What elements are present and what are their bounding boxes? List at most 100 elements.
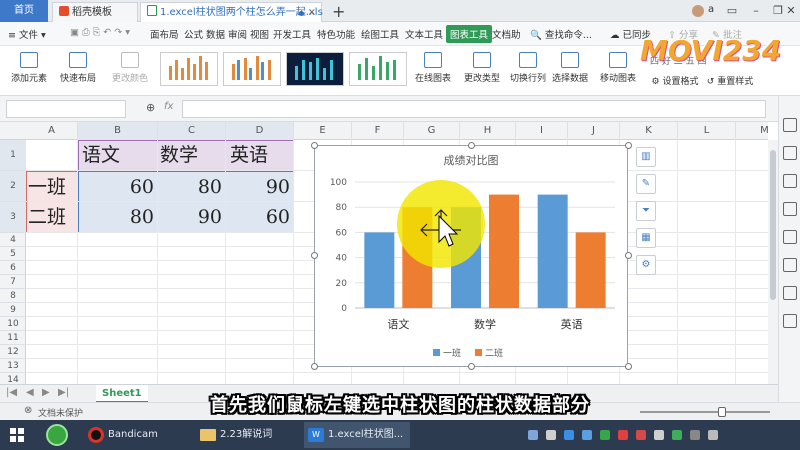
add-element-button[interactable]: 添加元素: [6, 52, 52, 84]
taskbar-excel[interactable]: W 1.excel柱状图...: [304, 422, 410, 448]
column-header[interactable]: H: [460, 122, 516, 140]
tray-icon-9[interactable]: [672, 430, 682, 440]
windows-start-icon[interactable]: [10, 428, 24, 442]
column-header[interactable]: I: [516, 122, 568, 140]
sidebar-select-icon[interactable]: [783, 118, 797, 132]
menu-view[interactable]: 视图: [250, 27, 269, 41]
legend-label[interactable]: 二班: [485, 347, 503, 359]
chart-handle-ne[interactable]: [625, 142, 632, 149]
menu-special[interactable]: 特色功能: [317, 27, 355, 41]
chart-object[interactable]: 成绩对比图 0 20 40 60 80 100 语文 数学 英语 一班 二班: [314, 145, 628, 367]
chart-handle-w[interactable]: [311, 252, 318, 259]
chart-handle-n[interactable]: [468, 142, 475, 149]
tray-icon-6[interactable]: [618, 430, 628, 440]
menu-review[interactable]: 审阅: [228, 27, 247, 41]
menu-page-layout[interactable]: 面布局: [150, 27, 179, 41]
chart-elements-icon[interactable]: ▥: [636, 147, 656, 167]
chart-bar[interactable]: [489, 194, 519, 308]
legend-swatch[interactable]: [475, 349, 482, 356]
tray-volume-icon[interactable]: [708, 430, 718, 440]
fx-label[interactable]: fx: [164, 101, 173, 112]
tab-file[interactable]: 1.excel柱状图两个柱怎么弄一起.xls ×: [140, 2, 323, 23]
chart-handle-sw[interactable]: [311, 363, 318, 370]
taskbar-folder[interactable]: 2.23解说词: [196, 422, 300, 448]
zoom-icon[interactable]: ⊕: [146, 101, 155, 114]
close-window-icon[interactable]: ✕: [782, 0, 800, 22]
chart-handle-e[interactable]: [625, 252, 632, 259]
column-header[interactable]: M: [736, 122, 768, 140]
quick-layout-button[interactable]: 快速布局: [54, 52, 102, 84]
tray-icon-3[interactable]: [564, 430, 574, 440]
legend-swatch[interactable]: [433, 349, 440, 356]
move-chart-button[interactable]: 移动图表: [598, 52, 638, 84]
avatar[interactable]: [692, 5, 704, 17]
sidebar-table-icon[interactable]: [783, 258, 797, 272]
menu-data[interactable]: 数据: [206, 27, 225, 41]
chart-data-icon[interactable]: ▦: [636, 228, 656, 248]
new-tab-icon[interactable]: +: [332, 2, 345, 21]
chart-style-3[interactable]: [286, 52, 344, 86]
column-header[interactable]: D: [226, 122, 294, 140]
browser-icon[interactable]: [46, 424, 68, 446]
column-header[interactable]: B: [78, 122, 158, 140]
chart-settings-icon[interactable]: ⚙: [636, 255, 656, 275]
row-header[interactable]: 6: [0, 261, 26, 275]
chart-bar[interactable]: [537, 194, 568, 308]
menu-doc-assistant[interactable]: 文档助: [492, 27, 521, 41]
menu-developer[interactable]: 开发工具: [273, 27, 311, 41]
tray-icon-10[interactable]: [690, 430, 700, 440]
row-header[interactable]: 9: [0, 303, 26, 317]
row-header[interactable]: 14: [0, 373, 26, 384]
tray-icon-1[interactable]: [528, 430, 538, 440]
chart-style-icon[interactable]: ✎: [636, 174, 656, 194]
tab-home[interactable]: 首页: [0, 0, 48, 22]
online-chart-button[interactable]: 在线图表: [410, 52, 456, 84]
row-header[interactable]: 2: [0, 171, 26, 202]
switch-row-col-button[interactable]: 切换行列: [508, 52, 548, 84]
column-header[interactable]: K: [620, 122, 678, 140]
tray-icon-8[interactable]: [654, 430, 664, 440]
sidebar-chart-icon[interactable]: [783, 202, 797, 216]
column-header[interactable]: L: [678, 122, 736, 140]
row-header[interactable]: 1: [0, 140, 26, 171]
chart-title[interactable]: 成绩对比图: [444, 153, 499, 167]
row-header[interactable]: 11: [0, 331, 26, 345]
change-type-button[interactable]: 更改类型: [460, 52, 504, 84]
chart-handle-se[interactable]: [625, 363, 632, 370]
chart-handle-nw[interactable]: [311, 142, 318, 149]
menu-text-tools[interactable]: 文本工具: [405, 27, 443, 41]
tray-icon-2[interactable]: [546, 430, 556, 440]
chart-style-2[interactable]: [223, 52, 281, 86]
chart-handle-s[interactable]: [468, 363, 475, 370]
select-data-button[interactable]: 选择数据: [550, 52, 590, 84]
column-header[interactable]: E: [294, 122, 352, 140]
command-search[interactable]: 🔍 查找命令...: [530, 27, 592, 41]
taskbar-bandicam[interactable]: Bandicam: [84, 422, 190, 448]
chart-style-1[interactable]: [160, 52, 218, 86]
sidebar-style-icon[interactable]: [783, 146, 797, 160]
change-color-button[interactable]: 更改颜色: [106, 52, 154, 84]
chart-svg[interactable]: 成绩对比图 0 20 40 60 80 100 语文 数学 英语 一班 二班: [315, 146, 627, 366]
menu-file[interactable]: ≡ 文件 ▾: [8, 27, 46, 41]
sidebar-tool-icon[interactable]: [783, 314, 797, 328]
row-header[interactable]: 12: [0, 345, 26, 359]
tab-template[interactable]: 稻壳模板: [52, 2, 138, 22]
column-header[interactable]: G: [404, 122, 460, 140]
chart-style-4[interactable]: [349, 52, 407, 86]
chart-legend[interactable]: 一班 二班: [433, 347, 503, 359]
row-header[interactable]: 7: [0, 275, 26, 289]
chart-bar[interactable]: [364, 232, 395, 308]
row-header[interactable]: 13: [0, 359, 26, 373]
sidebar-shape-icon[interactable]: [783, 174, 797, 188]
sidebar-backup-icon[interactable]: [783, 230, 797, 244]
chart-filter-icon[interactable]: ⏷: [636, 201, 656, 221]
menu-chart-tools[interactable]: 图表工具: [446, 25, 493, 43]
reset-style-button[interactable]: ↺ 重置样式: [704, 74, 756, 87]
close-tab-icon[interactable]: ×: [308, 3, 316, 23]
tray-icon-7[interactable]: [636, 430, 646, 440]
menu-formulas[interactable]: 公式: [184, 27, 203, 41]
menu-drawing-tools[interactable]: 绘图工具: [361, 27, 399, 41]
formula-input[interactable]: [182, 100, 766, 118]
column-header[interactable]: F: [352, 122, 404, 140]
row-header[interactable]: 5: [0, 247, 26, 261]
